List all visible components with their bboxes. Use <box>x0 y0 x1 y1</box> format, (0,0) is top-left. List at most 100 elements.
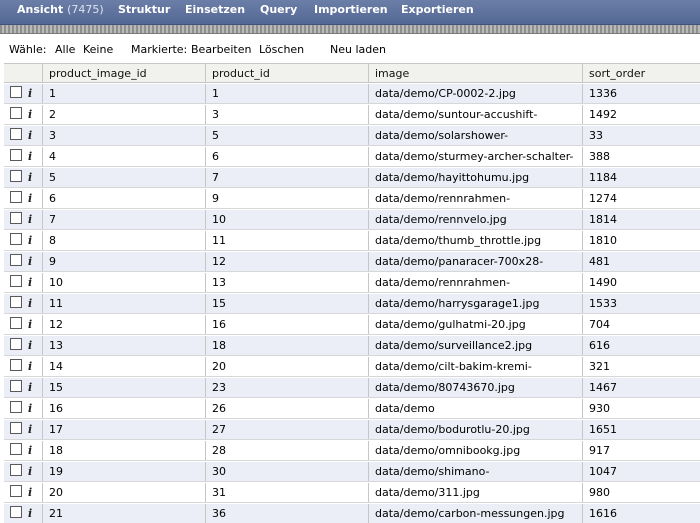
info-icon[interactable]: i <box>28 441 32 460</box>
tab-struktur[interactable]: Struktur <box>118 3 170 17</box>
row-checkbox[interactable] <box>10 464 22 476</box>
edit-link[interactable]: Bearbeiten <box>191 43 251 57</box>
info-icon[interactable]: i <box>28 147 32 166</box>
tab-exportieren[interactable]: Exportieren <box>401 3 474 17</box>
column-header-product-image-id[interactable]: product_image_id <box>42 64 205 83</box>
table-row[interactable]: i 2 3 data/demo/suntour-accushift- 1492 <box>4 105 700 125</box>
row-checkbox[interactable] <box>10 401 22 413</box>
cell-product-id: 16 <box>205 315 368 334</box>
row-checkbox[interactable] <box>10 506 22 518</box>
cell-product-id: 11 <box>205 231 368 250</box>
tab-ansicht-label: Ansicht <box>17 3 64 16</box>
row-checkbox[interactable] <box>10 233 22 245</box>
select-none-link[interactable]: Keine <box>83 43 113 57</box>
table-row[interactable]: i 17 27 data/demo/bodurotlu-20.jpg 1651 <box>4 420 700 440</box>
info-icon[interactable]: i <box>28 504 32 523</box>
info-icon[interactable]: i <box>28 294 32 313</box>
row-checkbox[interactable] <box>10 443 22 455</box>
info-icon[interactable]: i <box>28 168 32 187</box>
row-checkbox[interactable] <box>10 485 22 497</box>
info-icon[interactable]: i <box>28 273 32 292</box>
header-select-column <box>4 64 42 83</box>
table-row[interactable]: i 14 20 data/demo/cilt-bakim-kremi- 321 <box>4 357 700 377</box>
info-icon[interactable]: i <box>28 126 32 145</box>
cell-image: data/demo/bodurotlu-20.jpg <box>368 420 582 439</box>
cell-product-id: 13 <box>205 273 368 292</box>
table-row[interactable]: i 8 11 data/demo/thumb_throttle.jpg 1810 <box>4 231 700 251</box>
row-checkbox[interactable] <box>10 170 22 182</box>
table-row[interactable]: i 21 36 data/demo/carbon-messungen.jpg 1616 <box>4 504 700 523</box>
row-checkbox[interactable] <box>10 212 22 224</box>
info-icon[interactable]: i <box>28 462 32 481</box>
tab-einsetzen[interactable]: Einsetzen <box>185 3 245 17</box>
table-row[interactable]: i 7 10 data/demo/rennvelo.jpg 1814 <box>4 210 700 230</box>
table-row[interactable]: i 5 7 data/demo/hayittohumu.jpg 1184 <box>4 168 700 188</box>
cell-product-image-id: 13 <box>42 336 205 355</box>
row-checkbox[interactable] <box>10 149 22 161</box>
row-controls: i <box>4 126 42 145</box>
cell-product-image-id: 8 <box>42 231 205 250</box>
row-checkbox[interactable] <box>10 338 22 350</box>
info-icon[interactable]: i <box>28 420 32 439</box>
row-checkbox[interactable] <box>10 128 22 140</box>
info-icon[interactable]: i <box>28 378 32 397</box>
table-row[interactable]: i 16 26 data/demo 930 <box>4 399 700 419</box>
table-row[interactable]: i 9 12 data/demo/panaracer-700x28- 481 <box>4 252 700 272</box>
table-row[interactable]: i 12 16 data/demo/gulhatmi-20.jpg 704 <box>4 315 700 335</box>
cell-sort-order: 1490 <box>582 273 700 292</box>
table-row[interactable]: i 20 31 data/demo/311.jpg 980 <box>4 483 700 503</box>
table-row[interactable]: i 6 9 data/demo/rennrahmen- 1274 <box>4 189 700 209</box>
delete-link[interactable]: Löschen <box>259 43 304 57</box>
column-header-product-id[interactable]: product_id <box>205 64 368 83</box>
cell-product-id: 18 <box>205 336 368 355</box>
table-row[interactable]: i 11 15 data/demo/harrysgarage1.jpg 1533 <box>4 294 700 314</box>
cell-sort-order: 481 <box>582 252 700 271</box>
column-header-image[interactable]: image <box>368 64 582 83</box>
cell-product-image-id: 21 <box>42 504 205 523</box>
info-icon[interactable]: i <box>28 315 32 334</box>
table-row[interactable]: i 4 6 data/demo/sturmey-archer-schalter- 388 <box>4 147 700 167</box>
cell-product-image-id: 20 <box>42 483 205 502</box>
cell-product-image-id: 3 <box>42 126 205 145</box>
info-icon[interactable]: i <box>28 483 32 502</box>
cell-product-image-id: 17 <box>42 420 205 439</box>
row-controls: i <box>4 294 42 313</box>
tab-query[interactable]: Query <box>260 3 297 17</box>
row-checkbox[interactable] <box>10 380 22 392</box>
info-icon[interactable]: i <box>28 399 32 418</box>
info-icon[interactable]: i <box>28 336 32 355</box>
info-icon[interactable]: i <box>28 189 32 208</box>
row-checkbox[interactable] <box>10 107 22 119</box>
info-icon[interactable]: i <box>28 210 32 229</box>
cell-product-image-id: 18 <box>42 441 205 460</box>
cell-image: data/demo/thumb_throttle.jpg <box>368 231 582 250</box>
info-icon[interactable]: i <box>28 252 32 271</box>
row-checkbox[interactable] <box>10 86 22 98</box>
row-checkbox[interactable] <box>10 296 22 308</box>
table-row[interactable]: i 3 5 data/demo/solarshower- 33 <box>4 126 700 146</box>
table-row[interactable]: i 1 1 data/demo/CP-0002-2.jpg 1336 <box>4 84 700 104</box>
table-row[interactable]: i 10 13 data/demo/rennrahmen- 1490 <box>4 273 700 293</box>
row-checkbox[interactable] <box>10 317 22 329</box>
row-checkbox[interactable] <box>10 254 22 266</box>
table-row[interactable]: i 18 28 data/demo/omnibookg.jpg 917 <box>4 441 700 461</box>
info-icon[interactable]: i <box>28 357 32 376</box>
tab-importieren[interactable]: Importieren <box>314 3 388 17</box>
table-row[interactable]: i 13 18 data/demo/surveillance2.jpg 616 <box>4 336 700 356</box>
info-icon[interactable]: i <box>28 84 32 103</box>
reload-link[interactable]: Neu laden <box>330 43 386 57</box>
row-checkbox[interactable] <box>10 359 22 371</box>
row-checkbox[interactable] <box>10 422 22 434</box>
select-all-link[interactable]: Alle <box>55 43 75 57</box>
row-checkbox[interactable] <box>10 191 22 203</box>
row-checkbox[interactable] <box>10 275 22 287</box>
info-icon[interactable]: i <box>28 105 32 124</box>
info-icon[interactable]: i <box>28 231 32 250</box>
table-row[interactable]: i 15 23 data/demo/80743670.jpg 1467 <box>4 378 700 398</box>
column-header-sort-order[interactable]: sort_order <box>582 64 700 83</box>
cell-image: data/demo/suntour-accushift- <box>368 105 582 124</box>
cell-sort-order: 930 <box>582 399 700 418</box>
table-row[interactable]: i 19 30 data/demo/shimano- 1047 <box>4 462 700 482</box>
tab-ansicht[interactable]: Ansicht (7475) <box>17 3 104 17</box>
cell-sort-order: 1467 <box>582 378 700 397</box>
